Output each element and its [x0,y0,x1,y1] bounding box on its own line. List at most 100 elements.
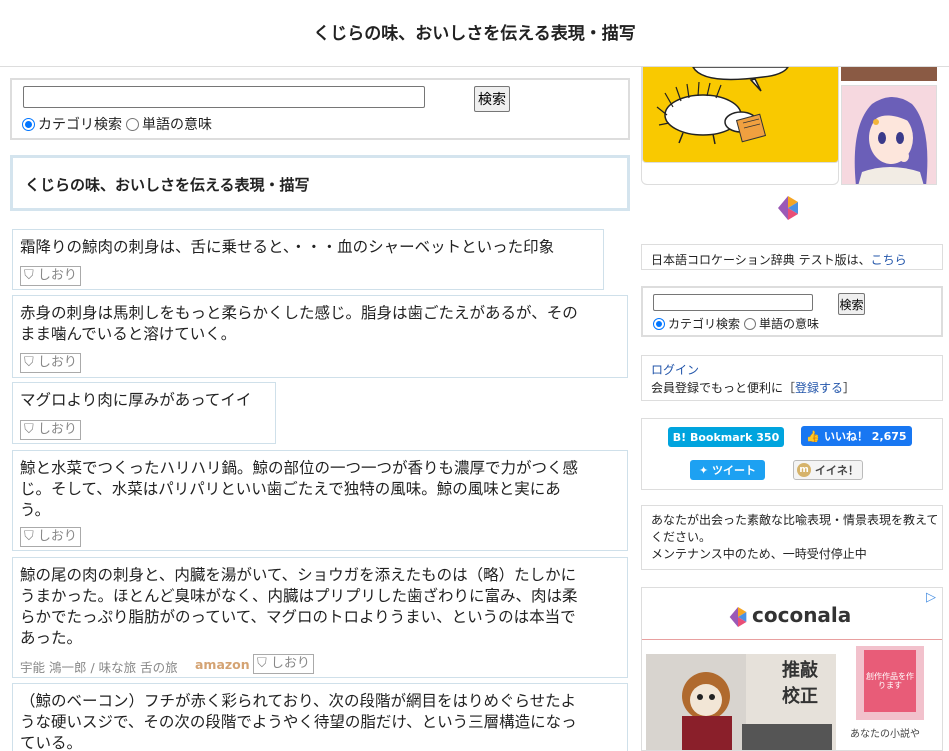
entry-source[interactable]: 宇能 鴻一郎 / 味な旅 舌の旅 [20,657,178,676]
entry-text-line: じ。そして、水菜はパリパリといい歯ごたえで独特の風味。鯨の風味と実にあ [20,480,561,498]
bookmark-label: しおり [37,268,77,283]
submission-notice-box: あなたが出会った素敵な比喩表現・情景表現を教えて ください。 メンテナンス中のた… [641,505,943,570]
beta-link[interactable]: こちら [871,253,907,267]
beta-notice-text: 日本語コロケーション辞典 テスト版は、 [651,253,871,267]
bookmark-icon: ⛉ [24,422,34,437]
hatena-bookmark-button[interactable]: B! Bookmark 350 [668,427,784,447]
entry-text-line: まま噛んでいると溶けていく。 [20,325,237,343]
entry-card: マグロより肉に厚みがあってイイ ⛉ しおり [12,382,276,444]
entry-text[interactable]: 鯨と水菜でつくったハリハリ鍋。鯨の部位の一つ一つが香りも濃厚で力がつく感 じ。そ… [20,458,578,521]
ad-divider [642,639,942,640]
register-close: ］ [843,381,856,395]
bookmark-icon: ⛉ [24,268,34,283]
entry-text-line: うまかった。ほとんど臭味がなく、内臓はプリプリした歯ざわりに富み、肉は柔 [20,587,578,605]
mixi-icon: m [797,463,812,477]
page-title: くじらの味、おいしさを伝える表現・描写 [313,24,636,44]
sidebar-search-mode-options: カテゴリ検索 単語の意味 [653,315,823,332]
entry-text[interactable]: 鯨の尾の肉の刺身と、内臓を湯がいて、ショウガを添えたものは（略）たしかに うまか… [20,565,578,649]
ad-illustration-hedgehog [642,67,839,163]
coconala-logo-icon [778,196,798,220]
amazon-link[interactable]: amazon [195,657,250,672]
ad-photo-dog: 推敲 校正 [646,654,836,750]
sidebar-radio-word-label: 単語の意味 [759,317,820,331]
bookmark-label: しおり [37,529,77,544]
social-share-box: B! Bookmark 350 👍 いいね！ 2,675 ✦ ツイート m イイ… [641,418,943,490]
login-box: ログイン 会員登録でもっと便利に［登録する］ [641,355,943,401]
register-link[interactable]: 登録する [795,381,843,395]
twitter-bird-icon: ✦ [698,463,709,477]
ad-card-hedgehog[interactable] [641,67,839,185]
ad-book-cover: 創作作品を作ります [856,646,924,720]
hatena-count: 350 [756,430,780,444]
entry-card: 鯨の尾の肉の刺身と、内臓を湯がいて、ショウガを添えたものは（略）たしかに うまか… [12,557,628,678]
entry-text-line: うな硬いスジで、その次の段階でようやく待望の脂だけ、という三層構造になっ [20,713,577,731]
login-link[interactable]: ログイン [651,361,855,378]
entry-card: （鯨のベーコン）フチが赤く彩られており、次の段階が網目をはりめぐらせたよ うな硬… [12,683,628,751]
bookmark-button[interactable]: ⛉ しおり [20,266,81,286]
search-button[interactable]: 検索 [474,86,510,112]
search-mode-options: カテゴリ検索 単語の意味 [22,114,216,134]
entry-text[interactable]: 赤身の刺身は馬刺しをもっと柔らかくした感じ。脂身は歯ごたえがあるが、その まま噛… [20,303,578,345]
entry-text[interactable]: 霜降りの鯨肉の刺身は、舌に乗せると、・・・血のシャーベットといった印象 [20,237,554,258]
entry-text-line: （鯨のベーコン）フチが赤く彩られており、次の段階が網目をはりめぐらせたよ [20,692,577,710]
radio-category-label: カテゴリ検索 [38,117,122,133]
bookmark-button[interactable]: ⛉ しおり [253,654,314,674]
facebook-like-count: 2,675 [871,429,907,443]
topic-heading-box: くじらの味、おいしさを伝える表現・描写 [10,155,630,211]
ad-card-anime[interactable] [841,85,937,185]
ad-choices-icon[interactable]: ▷ [926,590,936,605]
entry-text[interactable]: マグロより肉に厚みがあってイイ [20,390,251,411]
entry-text-line: ている。 [20,734,83,751]
sidebar-search-button[interactable]: 検索 [838,293,865,315]
sidebar-radio-category-search[interactable] [653,317,665,330]
radio-category-search[interactable] [22,117,35,131]
bookmark-button[interactable]: ⛉ しおり [20,353,81,373]
bookmark-icon: ⛉ [24,529,34,544]
site-header: くじらの味、おいしさを伝える表現・描写 [0,0,949,67]
topic-title: くじらの味、おいしさを伝える表現・描写 [25,176,310,194]
sidebar-search-form: 検索 カテゴリ検索 単語の意味 [641,286,943,337]
beta-notice-box: 日本語コロケーション辞典 テスト版は、こちら [641,244,943,270]
coconala-brand-logo-icon [729,607,747,627]
facebook-like-button[interactable]: 👍 いいね！ 2,675 [801,426,912,446]
mixi-check-button[interactable]: m イイネ！ [793,460,863,480]
entry-card: 霜降りの鯨肉の刺身は、舌に乗せると、・・・血のシャーベットといった印象 ⛉ しお… [12,229,604,290]
radio-word-label: 単語の意味 [142,117,212,133]
entry-text[interactable]: （鯨のベーコン）フチが赤く彩られており、次の段階が網目をはりめぐらせたよ うな硬… [20,691,577,751]
bookmark-label: しおり [37,355,77,370]
ad-sign-text: 推敲 [782,660,818,681]
tweet-button[interactable]: ✦ ツイート [690,460,765,480]
bookmark-icon: ⛉ [24,355,34,370]
search-input[interactable] [23,86,425,108]
search-form: 検索 カテゴリ検索 単語の意味 [10,78,630,140]
thumbs-up-icon: 👍 [806,429,821,443]
ad-coconala[interactable]: ▷ coconala 推敲 校正 創作作品を作ります あなたの小説や [641,587,943,751]
radio-word-meaning[interactable] [126,117,139,131]
ad-banner-top[interactable] [641,67,949,185]
anime-girl-illustration [842,86,936,184]
entry-card: 赤身の刺身は馬刺しをもっと柔らかくした感じ。脂身は歯ごたえがあるが、その まま噛… [12,295,628,378]
submission-notice-line: あなたが出会った素敵な比喩表現・情景表現を教えて [651,513,939,527]
entry-text-line: あった。 [20,629,83,647]
tweet-label: ツイート [712,464,757,477]
sidebar-radio-word-meaning[interactable] [744,317,757,330]
bookmark-label: しおり [37,422,77,437]
hatena-label: B! Bookmark [672,430,753,444]
bookmark-button[interactable]: ⛉ しおり [20,420,81,440]
submission-notice-line: ください。 [651,530,712,544]
entry-text-line: う。 [20,501,51,519]
bookmark-icon: ⛉ [257,656,267,671]
entry-text-line: 鯨と水菜でつくったハリハリ鍋。鯨の部位の一つ一つが香りも濃厚で力がつく感 [20,459,579,477]
sidebar-search-input[interactable] [653,294,813,311]
bookmark-label: しおり [270,656,310,671]
entry-card: 鯨と水菜でつくったハリハリ鍋。鯨の部位の一つ一つが香りも濃厚で力がつく感 じ。そ… [12,450,628,551]
register-text: 会員登録でもっと便利に［ [651,381,796,395]
maintenance-notice: メンテナンス中のため、一時受付停止中 [651,547,867,561]
entry-text-line: らかでたっぷり脂肪がのっていて、マグロのトロよりうまい、というのは本当で [20,608,576,626]
ad-book-cover-text: 創作作品を作ります [866,672,914,690]
sidebar-radio-category-label: カテゴリ検索 [668,317,741,331]
ad-strip-image [841,67,937,81]
bookmark-button[interactable]: ⛉ しおり [20,527,81,547]
facebook-like-label: いいね！ [823,430,868,443]
entry-text-line: 赤身の刺身は馬刺しをもっと柔らかくした感じ。脂身は歯ごたえがあるが、その [20,304,578,322]
